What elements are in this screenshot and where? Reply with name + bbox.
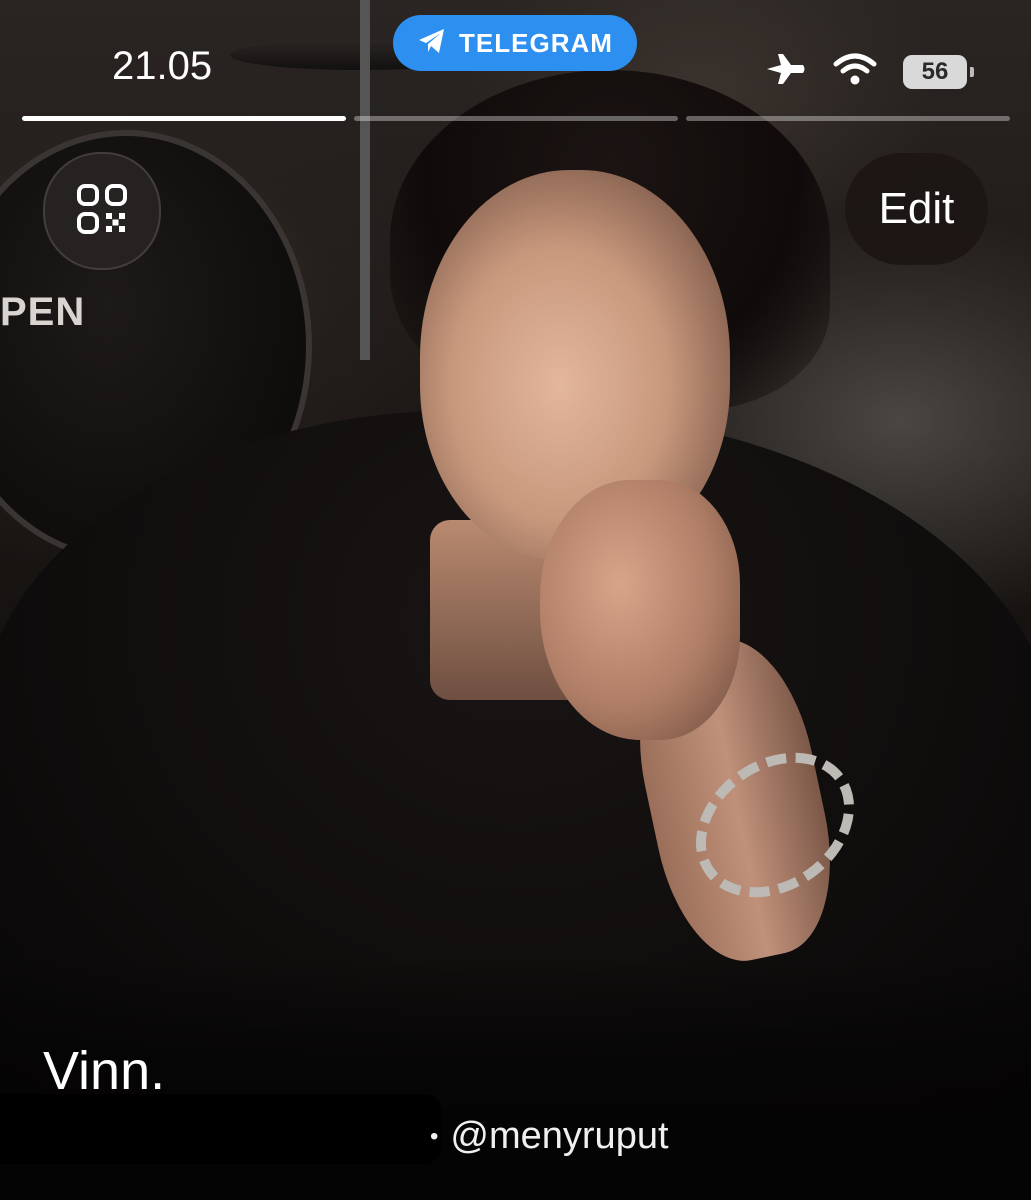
airplane-icon [765,52,807,91]
qr-code-icon [76,183,128,240]
profile-subtitle: • @menyruput [430,1115,669,1158]
telegram-pill[interactable]: TELEGRAM [393,15,637,71]
edit-button[interactable]: Edit [845,153,988,265]
status-time: 21.05 [112,44,213,88]
status-icons: 56 [765,52,974,91]
wifi-icon [833,52,877,91]
progress-segment-active [22,116,346,121]
qr-code-button[interactable] [43,152,161,270]
username[interactable]: @menyruput [450,1115,668,1158]
telegram-plane-icon [417,27,447,60]
progress-segment [354,116,678,121]
pill-label: TELEGRAM [459,27,613,58]
drum-lettering: PEN [0,290,86,334]
separator-dot: • [430,1122,439,1150]
progress-segment [686,116,1010,121]
drum-stand [360,0,370,360]
hand [540,480,740,740]
profile-name: Vinn. [43,1041,166,1101]
battery-icon: 56 [903,54,974,89]
story-progress [22,116,1010,121]
redacted-block [0,1094,442,1164]
